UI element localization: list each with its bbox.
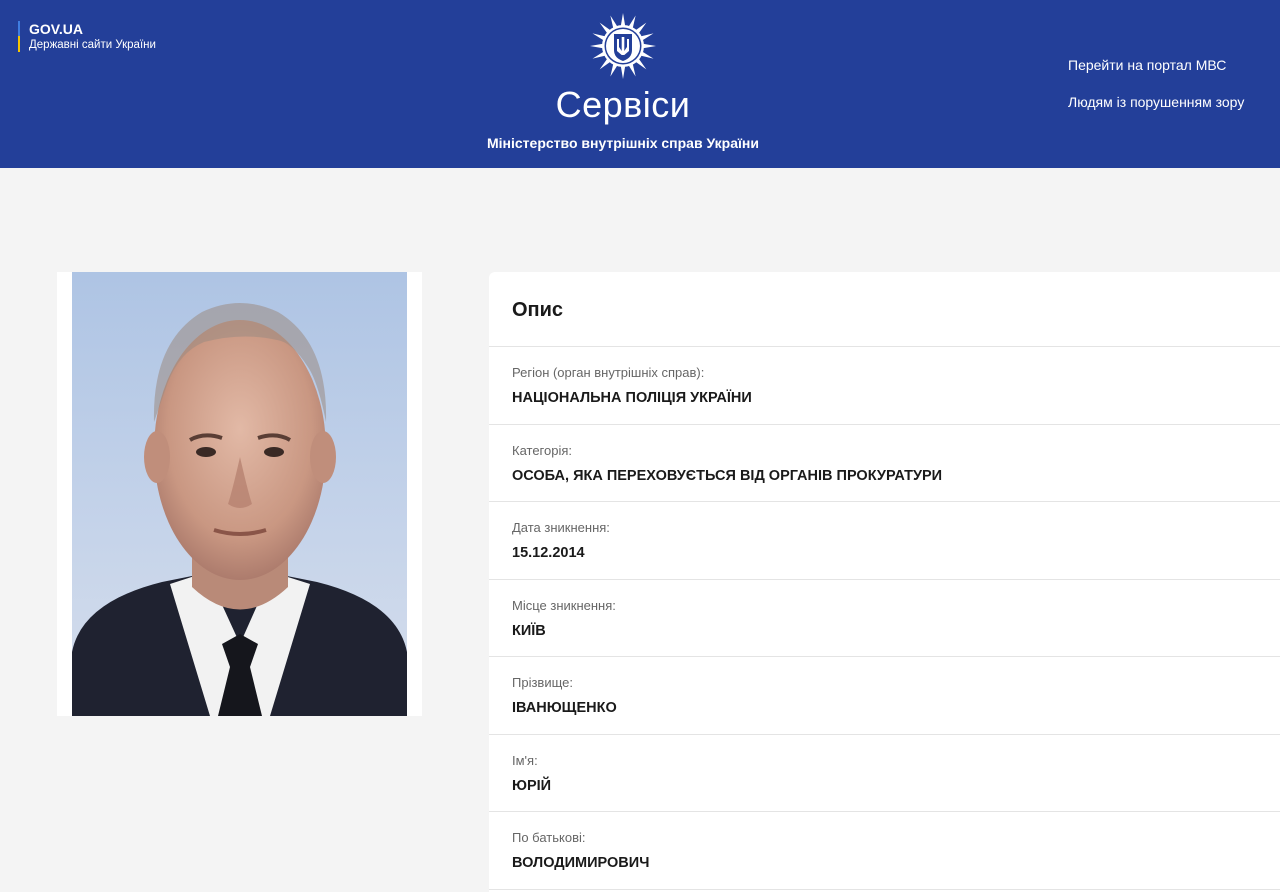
- region-row: Регіон (орган внутрішніх справ): НАЦІОНА…: [489, 347, 1280, 425]
- first-name-value: ЮРІЙ: [512, 777, 552, 794]
- surname-label: Прізвище:: [512, 675, 573, 690]
- accessibility-link[interactable]: Людям із порушенням зору: [1068, 93, 1244, 111]
- disappearance-place-row: Місце зникнення: КИЇВ: [489, 580, 1280, 657]
- patronymic-row: По батькові: ВОЛОДИМИРОВИЧ: [489, 812, 1280, 890]
- mvs-portal-link[interactable]: Перейти на портал МВС: [1068, 56, 1226, 74]
- disappearance-place-label: Місце зникнення:: [512, 597, 616, 613]
- disappearance-date-row: Дата зникнення: 15.12.2014: [489, 502, 1280, 580]
- disappearance-date-label: Дата зникнення:: [512, 520, 610, 535]
- site-header: GOV.UA Державні сайти України Сервіси Мі…: [0, 0, 1280, 168]
- first-name-row: Ім'я: ЮРІЙ: [489, 735, 1280, 812]
- first-name-label: Ім'я:: [512, 752, 538, 768]
- category-label: Категорія:: [512, 442, 573, 458]
- site-title[interactable]: Сервіси: [0, 83, 1246, 127]
- card-title: Опис: [489, 272, 1280, 347]
- gov-ua-subtitle[interactable]: Державні сайти України: [29, 37, 156, 53]
- patronymic-label: По батькові:: [512, 830, 586, 845]
- person-photo: [72, 272, 407, 716]
- patronymic-value: ВОЛОДИМИРОВИЧ: [512, 855, 650, 871]
- region-value: НАЦІОНАЛЬНА ПОЛІЦІЯ УКРАЇНИ: [512, 390, 752, 406]
- gov-ua-title[interactable]: GOV.UA: [29, 21, 156, 37]
- category-value: ОСОБА, ЯКА ПЕРЕХОВУЄТЬСЯ ВІД ОРГАНІВ ПРО…: [512, 467, 943, 484]
- disappearance-date-value: 15.12.2014: [512, 545, 585, 561]
- disappearance-place-value: КИЇВ: [512, 622, 546, 639]
- category-row: Категорія: ОСОБА, ЯКА ПЕРЕХОВУЄТЬСЯ ВІД …: [489, 425, 1280, 502]
- gov-ua-link[interactable]: GOV.UA Державні сайти України: [18, 21, 156, 52]
- surname-row: Прізвище: ІВАНЮЩЕНКО: [489, 657, 1280, 735]
- mvs-emblem-icon[interactable]: [590, 13, 656, 79]
- site-subtitle: Міністерство внутрішніх справ України: [487, 135, 759, 151]
- person-photo-frame: [57, 272, 422, 716]
- region-label: Регіон (орган внутрішніх справ):: [512, 365, 705, 380]
- surname-value: ІВАНЮЩЕНКО: [512, 700, 617, 716]
- description-card: Опис Регіон (орган внутрішніх справ): НА…: [489, 272, 1280, 892]
